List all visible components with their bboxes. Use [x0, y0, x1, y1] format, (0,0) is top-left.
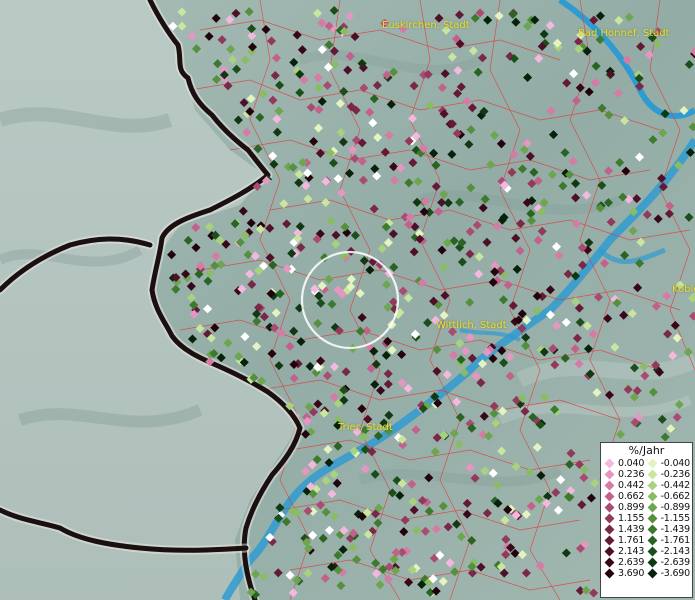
- legend-item-positive: 3.690: [603, 568, 646, 579]
- legend-swatch: [647, 535, 658, 546]
- legend-value: 0.662: [618, 491, 645, 502]
- legend-value: -3.690: [660, 568, 691, 579]
- legend-swatch: [604, 480, 615, 491]
- legend-swatch: [604, 469, 615, 480]
- legend-value: 2.639: [618, 557, 645, 568]
- legend-swatch: [647, 568, 658, 579]
- legend-swatch: [604, 513, 615, 524]
- legend-value: -0.040: [660, 458, 691, 469]
- legend-value: 0.442: [618, 480, 645, 491]
- legend-swatch: [604, 557, 615, 568]
- town-label-wittlich: Wittlich, Stadt: [436, 320, 507, 331]
- legend-swatch: [647, 513, 658, 524]
- town-label-euskirchen: Euskirchen, Stadt: [382, 20, 470, 31]
- legend-item-negative: -1.155: [646, 513, 690, 524]
- town-label-trier: Trier, Stadt: [338, 422, 393, 433]
- legend-swatch: [647, 491, 658, 502]
- legend-positive-column: 0.040 0.236 0.442 0.662 0.899 1.155 1.43…: [603, 458, 646, 579]
- legend: %/Jahr 0.040 0.236 0.442 0.662 0.899 1.1…: [600, 442, 693, 598]
- town-label-bad-honnef: Bad Honnef, Stadt: [578, 28, 670, 39]
- legend-item-positive: 0.662: [603, 491, 646, 502]
- legend-value: -0.442: [660, 480, 691, 491]
- legend-value: 0.899: [618, 502, 645, 513]
- legend-negative-column: -0.040 -0.236 -0.442 -0.662 -0.899 -1.15…: [646, 458, 690, 579]
- legend-value: 1.761: [618, 535, 645, 546]
- legend-item-positive: 0.236: [603, 469, 646, 480]
- legend-swatch: [604, 568, 615, 579]
- legend-value: 0.040: [618, 458, 645, 469]
- town-label-koblenz: Koble: [672, 284, 695, 295]
- legend-item-negative: -0.236: [646, 469, 690, 480]
- legend-value: -1.155: [660, 513, 691, 524]
- legend-value: -1.761: [660, 535, 691, 546]
- legend-title: %/Jahr: [628, 444, 665, 457]
- legend-swatch: [604, 502, 615, 513]
- legend-item-positive: 1.761: [603, 535, 646, 546]
- legend-item-negative: -1.439: [646, 524, 690, 535]
- legend-item-negative: -0.899: [646, 502, 690, 513]
- legend-value: 1.439: [618, 524, 645, 535]
- legend-item-positive: 2.639: [603, 557, 646, 568]
- legend-swatch: [647, 480, 658, 491]
- legend-swatch: [604, 524, 615, 535]
- legend-swatch: [647, 557, 658, 568]
- legend-value: 1.155: [618, 513, 645, 524]
- legend-item-positive: 0.040: [603, 458, 646, 469]
- legend-value: -0.236: [660, 469, 691, 480]
- legend-value: 3.690: [618, 568, 645, 579]
- legend-value: -2.143: [660, 546, 691, 557]
- legend-value: -2.639: [660, 557, 691, 568]
- legend-swatch: [604, 491, 615, 502]
- legend-item-negative: -2.143: [646, 546, 690, 557]
- legend-value: 2.143: [618, 546, 645, 557]
- legend-value: -0.899: [660, 502, 691, 513]
- legend-item-negative: -3.690: [646, 568, 690, 579]
- legend-swatch: [604, 535, 615, 546]
- map-canvas[interactable]: Euskirchen, Stadt Bad Honnef, Stadt Witt…: [0, 0, 695, 600]
- legend-item-positive: 1.439: [603, 524, 646, 535]
- legend-item-negative: -0.040: [646, 458, 690, 469]
- legend-item-positive: 0.899: [603, 502, 646, 513]
- legend-value: 0.236: [618, 469, 645, 480]
- legend-swatch: [604, 458, 615, 469]
- legend-swatch: [647, 524, 658, 535]
- legend-swatch: [604, 546, 615, 557]
- legend-swatch: [647, 458, 658, 469]
- legend-value: -0.662: [660, 491, 691, 502]
- legend-value: -1.439: [660, 524, 691, 535]
- legend-swatch: [647, 546, 658, 557]
- legend-item-negative: -0.662: [646, 491, 690, 502]
- legend-item-negative: -1.761: [646, 535, 690, 546]
- legend-item-positive: 2.143: [603, 546, 646, 557]
- legend-item-positive: 1.155: [603, 513, 646, 524]
- legend-item-positive: 0.442: [603, 480, 646, 491]
- legend-item-negative: -2.639: [646, 557, 690, 568]
- legend-swatch: [647, 502, 658, 513]
- legend-swatch: [647, 469, 658, 480]
- map-base-layer: [0, 0, 695, 600]
- legend-item-negative: -0.442: [646, 480, 690, 491]
